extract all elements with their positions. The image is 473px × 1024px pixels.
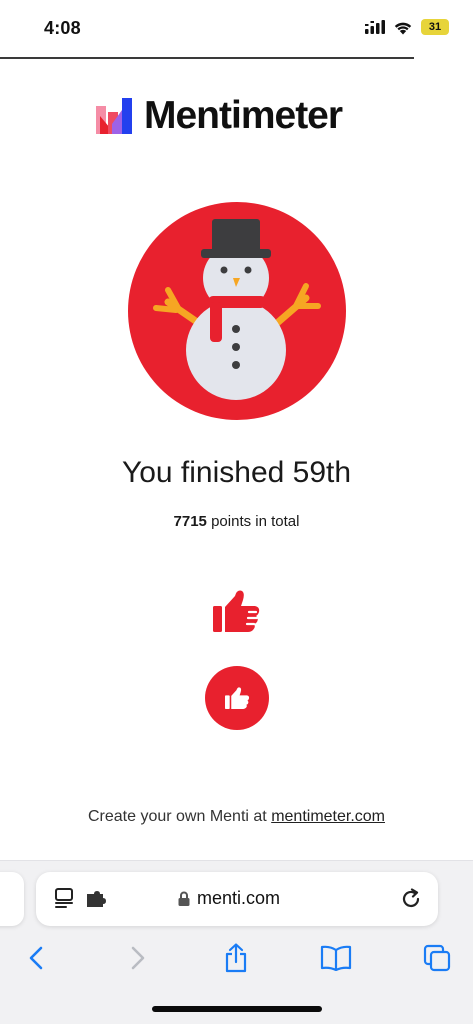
reload-icon[interactable] xyxy=(400,888,422,910)
tabs-button[interactable] xyxy=(417,938,457,978)
snowman-icon xyxy=(128,202,346,420)
previous-tab-peek[interactable] xyxy=(0,872,24,926)
thumbs-up-icon xyxy=(213,590,260,632)
footer-text: Create your own Menti at xyxy=(87,808,267,825)
cellular-signal-icon xyxy=(365,20,385,34)
extension-icon[interactable] xyxy=(86,891,106,907)
share-icon xyxy=(225,943,247,973)
wifi-icon xyxy=(394,22,412,34)
status-icons: 31 xyxy=(365,19,449,35)
points-suffix: points in total xyxy=(211,513,300,530)
url-text: menti.com xyxy=(197,888,281,908)
share-button[interactable] xyxy=(216,938,256,978)
bookmarks-icon xyxy=(320,945,352,971)
points-summary: 7715 points in total xyxy=(0,513,473,530)
status-time: 4:08 xyxy=(44,18,81,38)
like-button[interactable] xyxy=(205,666,269,730)
top-divider xyxy=(0,57,414,59)
lock-icon xyxy=(178,891,190,906)
status-bar: 4:08 31 xyxy=(0,0,473,58)
screen: 4:08 31 Mentimeter You finished 59th 771… xyxy=(0,0,473,1024)
mentimeter-link[interactable]: mentimeter.com xyxy=(271,808,385,825)
back-icon xyxy=(29,946,43,970)
points-value: 7715 xyxy=(173,513,207,530)
tabs-icon xyxy=(423,944,451,972)
address-bar[interactable]: menti.com xyxy=(36,872,438,926)
thumbs-up-icon xyxy=(225,687,250,709)
page-menu-icon[interactable] xyxy=(54,888,74,910)
browser-toolbar xyxy=(0,938,473,978)
back-button[interactable] xyxy=(16,938,56,978)
brand-header: Mentimeter xyxy=(96,94,343,138)
home-indicator[interactable] xyxy=(152,1006,322,1012)
footer-cta: Create your own Menti at mentimeter.com xyxy=(0,808,473,826)
forward-button[interactable] xyxy=(118,938,158,978)
result-title: You finished 59th xyxy=(121,456,352,489)
url-display[interactable]: menti.com xyxy=(178,888,280,909)
mentimeter-logo-icon xyxy=(96,98,132,134)
bookmarks-button[interactable] xyxy=(316,938,356,978)
brand-name: Mentimeter xyxy=(144,94,343,137)
battery-icon: 31 xyxy=(421,19,449,35)
forward-icon xyxy=(131,946,145,970)
